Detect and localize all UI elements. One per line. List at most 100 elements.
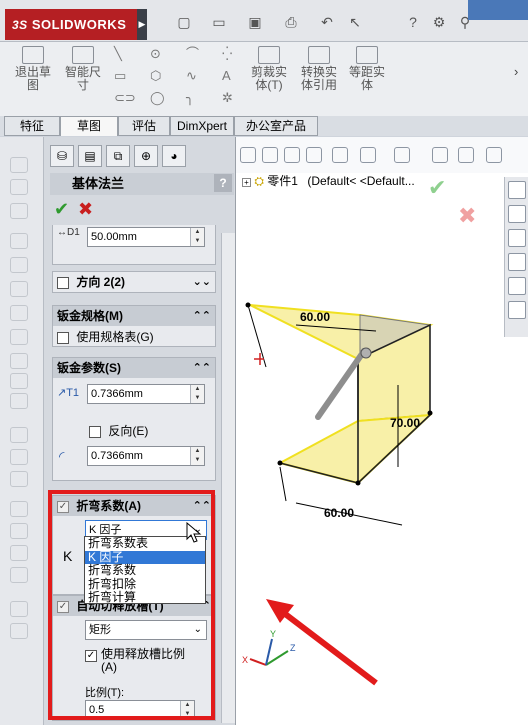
unfold-icon[interactable]: [10, 501, 28, 517]
ok-button[interactable]: ✔: [54, 199, 69, 219]
corner-icon[interactable]: [10, 373, 28, 389]
direction2-header[interactable]: 方向 2(2) ⌄⌄: [53, 272, 215, 292]
reverse-checkbox[interactable]: [89, 425, 101, 438]
miter-flange-icon[interactable]: [10, 203, 28, 219]
configuration-manager-tab-icon[interactable]: ⧉: [106, 145, 130, 167]
simple-hole-icon[interactable]: [10, 449, 28, 465]
forming-tool-icon[interactable]: [10, 353, 28, 369]
sheet-params-header[interactable]: 钣金参数(S) ⌃⌃: [53, 358, 215, 378]
depth-input[interactable]: 50.00mm ▲ ▼: [87, 227, 205, 247]
print-icon[interactable]: ⎙: [282, 13, 300, 31]
smart-dimension-button[interactable]: 智能尺 寸: [60, 46, 106, 92]
feature-title-label: 基体法兰: [72, 176, 125, 191]
new-document-icon[interactable]: ▢: [175, 13, 193, 31]
tab-dimxpert[interactable]: DimXpert: [170, 116, 234, 136]
select-icon[interactable]: ↖: [346, 13, 364, 31]
gauge-header[interactable]: 钣金规格(M) ⌃⌃: [53, 306, 215, 326]
tab-features[interactable]: 特征: [4, 116, 60, 136]
arc-icon[interactable]: ⌒: [186, 46, 199, 62]
vent-icon[interactable]: [10, 471, 28, 487]
sketched-bend-icon[interactable]: [10, 281, 28, 297]
use-gauge-table-row[interactable]: 使用规格表(G): [57, 328, 154, 345]
edge-flange-icon[interactable]: [10, 179, 28, 195]
cancel-button[interactable]: ✖: [78, 199, 93, 219]
open-icon[interactable]: ▭: [210, 13, 228, 31]
thickness-spinner[interactable]: ▲ ▼: [190, 385, 204, 403]
triad-z-label: Z: [290, 643, 296, 653]
bend-radius-spinner[interactable]: ▲ ▼: [190, 447, 204, 465]
thickness-input[interactable]: 0.7366mm ▲ ▼: [87, 384, 205, 404]
circle-icon[interactable]: ⊙: [150, 46, 161, 62]
solidworks-logo[interactable]: 3S SOLIDWORKS: [5, 9, 137, 40]
property-scrollbar[interactable]: [221, 233, 235, 723]
dimension-label[interactable]: 60.00: [324, 506, 354, 520]
use-gauge-table-checkbox[interactable]: [57, 331, 69, 344]
line-icon[interactable]: ╲: [114, 46, 122, 62]
tab-evaluate[interactable]: 评估: [118, 116, 170, 136]
offset-entities-button[interactable]: 等距实 体: [344, 46, 390, 92]
cross-break-icon[interactable]: [10, 305, 28, 321]
fillet-icon[interactable]: ╮: [186, 90, 194, 106]
extruded-cut-icon[interactable]: [10, 427, 28, 443]
vertex-point[interactable]: [277, 460, 283, 466]
manager-tabs: ⛁ ▤ ⧉ ⊕ ◕: [50, 145, 230, 169]
convert-entities-label: 转换实 体引用: [300, 65, 337, 92]
sheet-params-title: 钣金参数(S): [57, 361, 121, 375]
options-icon[interactable]: ⚙: [430, 13, 448, 31]
direction2-checkbox[interactable]: [57, 276, 69, 289]
rectangle-icon[interactable]: ▭: [114, 68, 126, 84]
insert-bends-icon[interactable]: [10, 623, 28, 639]
triad-x-label: X: [242, 655, 248, 665]
reverse-row[interactable]: 反向(E): [89, 422, 148, 439]
property-manager-tab-icon[interactable]: ▤: [78, 145, 102, 167]
direction2-group: 方向 2(2) ⌄⌄: [52, 271, 216, 293]
tab-sketch[interactable]: 草图: [60, 116, 118, 136]
undo-icon[interactable]: ↶: [318, 13, 336, 31]
exit-sketch-button[interactable]: 退出草 图: [10, 46, 56, 92]
vertex-point[interactable]: [355, 480, 361, 486]
flatten-icon[interactable]: [10, 545, 28, 561]
no-bends-icon[interactable]: [10, 567, 28, 583]
dimension-label[interactable]: 70.00: [390, 416, 420, 430]
dimension-label[interactable]: 60.00: [300, 310, 330, 324]
bend-radius-value: 0.7366mm: [91, 450, 143, 462]
help-button[interactable]: ?: [214, 174, 232, 192]
dimxpert-manager-tab-icon[interactable]: ⊕: [134, 145, 158, 167]
text-icon[interactable]: A: [222, 68, 231, 84]
smart-dimension-icon: [72, 46, 94, 64]
spline-icon[interactable]: ∿: [186, 68, 197, 84]
bend-direction-arrow[interactable]: [315, 348, 367, 420]
jog-icon[interactable]: [10, 257, 28, 273]
graphics-area[interactable]: + ⛭ 零件1 (Default< <Default... ✔ ✖ 60.00 …: [236, 137, 528, 725]
save-icon[interactable]: ▣: [246, 13, 264, 31]
ellipse-icon[interactable]: ◯: [150, 90, 165, 106]
rip-icon[interactable]: [10, 601, 28, 617]
base-flange-icon[interactable]: [10, 157, 28, 173]
hem-icon[interactable]: [10, 233, 28, 249]
offset-entities-icon: [356, 46, 378, 64]
trim-entities-button[interactable]: 剪裁实 体(T): [246, 46, 292, 92]
menu-expand-arrow-icon[interactable]: ▶: [137, 9, 147, 40]
ribbon-more-icon[interactable]: ›: [514, 64, 518, 80]
polygon-icon[interactable]: ⬡: [150, 68, 161, 84]
direction2-label: 方向 2(2): [76, 275, 126, 289]
use-gauge-table-label: 使用规格表(G): [76, 330, 154, 344]
slot-icon[interactable]: ⊂⊃: [114, 90, 136, 106]
vertex-point[interactable]: [427, 410, 433, 416]
point-icon[interactable]: ⁛: [222, 46, 232, 62]
display-manager-tab-icon[interactable]: ◕: [162, 145, 186, 167]
depth-spinner[interactable]: ▲ ▼: [190, 228, 204, 246]
feature-manager-tab-icon[interactable]: ⛁: [50, 145, 74, 167]
drag-handle-icon[interactable]: [360, 347, 372, 359]
tab-office-products[interactable]: 办公室产品: [234, 116, 318, 136]
vertex-point[interactable]: [245, 302, 251, 308]
window-controls[interactable]: [468, 0, 528, 20]
exit-sketch-label: 退出草 图: [14, 65, 51, 92]
help-icon[interactable]: ?: [404, 13, 422, 31]
closed-corner-icon[interactable]: [10, 329, 28, 345]
bend-radius-input[interactable]: 0.7366mm ▲ ▼: [87, 446, 205, 466]
convert-entities-button[interactable]: 转换实 体引用: [296, 46, 342, 92]
centerline-icon[interactable]: ✲: [222, 90, 233, 106]
fold-icon[interactable]: [10, 523, 28, 539]
weld-corner-icon[interactable]: [10, 393, 28, 409]
